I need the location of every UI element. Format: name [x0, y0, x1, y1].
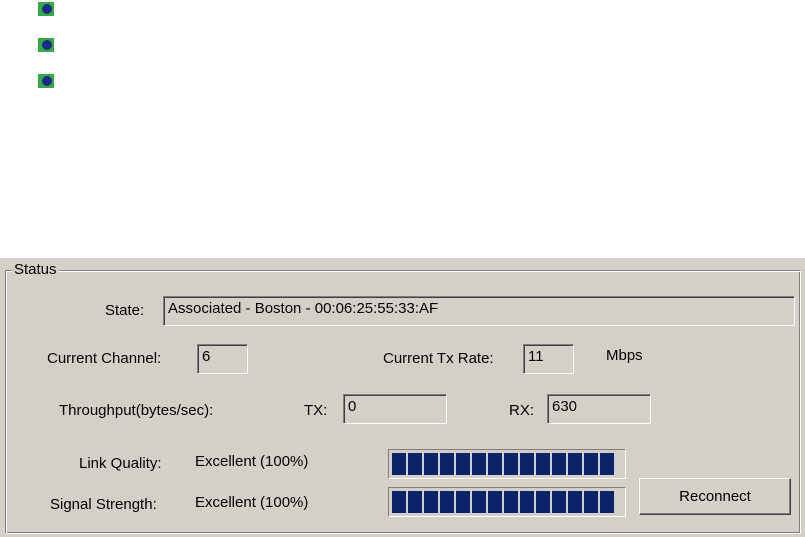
signal-strength-label: Signal Strength:: [50, 496, 157, 513]
meter-segment: [552, 491, 566, 513]
meter-segment: [456, 491, 470, 513]
meter-segment: [488, 453, 502, 475]
meter-segment: [456, 453, 470, 475]
rx-field: 630: [547, 394, 651, 424]
link-quality-label: Link Quality:: [79, 455, 162, 472]
status-panel: Status State: Associated - Boston - 00:0…: [0, 258, 805, 537]
meter-segment: [472, 491, 486, 513]
throughput-label: Throughput(bytes/sec):: [59, 402, 214, 419]
meter-segment: [424, 453, 438, 475]
tx-rate-unit: Mbps: [606, 347, 643, 364]
meter-segment: [536, 453, 550, 475]
meter-segment: [472, 453, 486, 475]
meter-segment: [520, 453, 534, 475]
link-quality-value: Excellent (100%): [195, 453, 309, 470]
meter-segment: [488, 491, 502, 513]
tx-field: 0: [343, 394, 447, 424]
meter-segment: [584, 453, 598, 475]
rx-label: RX:: [509, 402, 535, 419]
meter-segment: [600, 491, 614, 513]
current-channel-field: 6: [197, 344, 248, 374]
meter-segment: [392, 491, 406, 513]
meter-segment: [392, 453, 406, 475]
status-legend: Status: [12, 261, 59, 279]
meter-segment: [568, 491, 582, 513]
meter-segment: [552, 453, 566, 475]
meter-segment: [504, 453, 518, 475]
bullet-icon: [38, 2, 54, 16]
state-label: State:: [105, 302, 145, 319]
meter-segment: [408, 491, 422, 513]
current-tx-rate-label: Current Tx Rate:: [383, 350, 494, 367]
meter-segment: [584, 491, 598, 513]
meter-segment: [408, 453, 422, 475]
meter-segment: [568, 453, 582, 475]
meter-segment: [536, 491, 550, 513]
tx-label: TX:: [304, 402, 328, 419]
meter-segment: [424, 491, 438, 513]
meter-segment: [440, 491, 454, 513]
meter-segment: [504, 491, 518, 513]
signal-strength-value: Excellent (100%): [195, 494, 309, 511]
current-tx-rate-field: 11: [523, 344, 574, 374]
current-channel-label: Current Channel:: [47, 350, 162, 367]
bullet-icon: [38, 74, 54, 88]
state-field: Associated - Boston - 00:06:25:55:33:AF: [163, 296, 795, 326]
link-quality-meter: [388, 449, 626, 479]
meter-segment: [440, 453, 454, 475]
meter-segment: [520, 491, 534, 513]
reconnect-button[interactable]: Reconnect: [639, 478, 791, 515]
signal-strength-meter: [388, 487, 626, 517]
bullet-icon: [38, 38, 54, 52]
meter-segment: [600, 453, 614, 475]
